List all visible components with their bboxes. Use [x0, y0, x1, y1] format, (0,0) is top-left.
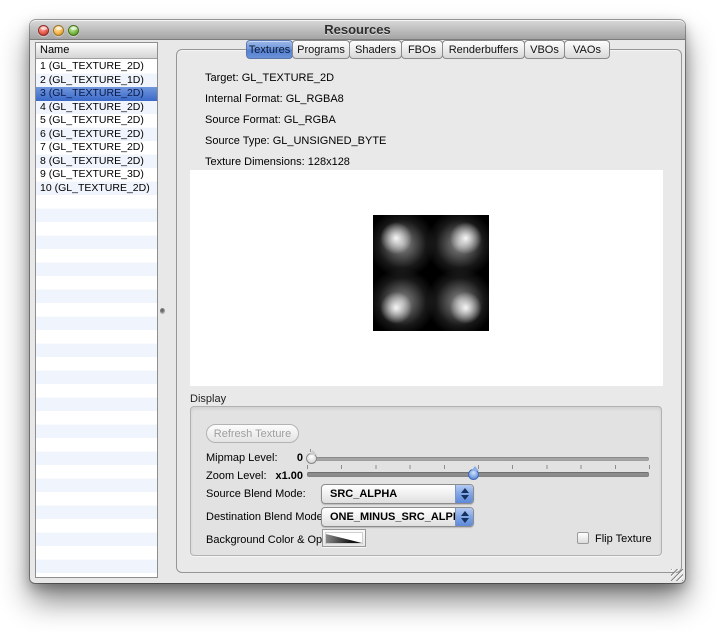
splitter-handle[interactable] [160, 308, 165, 314]
zoom-tick-marks [307, 465, 650, 469]
list-item-texture-7[interactable]: 7 (GL_TEXTURE_2D) [36, 141, 157, 155]
destination-blend-selected-value: ONE_MINUS_SRC_ALPHA [330, 508, 469, 526]
info-target-label: Target: [205, 72, 239, 84]
list-item-texture-2[interactable]: 2 (GL_TEXTURE_1D) [36, 74, 157, 88]
source-blend-selected-value: SRC_ALPHA [330, 485, 397, 503]
info-source-type-value: GL_UNSIGNED_BYTE [273, 135, 387, 147]
mipmap-slider-track[interactable] [307, 457, 649, 461]
flip-texture-checkbox[interactable] [577, 532, 589, 544]
tab-renderbuffers[interactable]: Renderbuffers [442, 40, 525, 59]
info-source-type: Source Type: GL_UNSIGNED_BYTE [205, 135, 386, 147]
info-internal-format: Internal Format: GL_RGBA8 [205, 93, 344, 105]
tab-textures[interactable]: Textures [246, 40, 293, 59]
up-down-arrows-icon [455, 485, 473, 503]
info-texture-dimensions-label: Texture Dimensions: [205, 156, 305, 168]
resources-window: Resources Name 1 (GL_TEXTURE_2D) 2 (GL_T… [30, 20, 685, 583]
name-column-header[interactable]: Name [36, 43, 157, 59]
list-item-texture-1[interactable]: 1 (GL_TEXTURE_2D) [36, 60, 157, 74]
destination-blend-label: Destination Blend Mode: [206, 511, 326, 523]
list-item-texture-10[interactable]: 10 (GL_TEXTURE_2D) [36, 182, 157, 196]
zoom-slider[interactable] [307, 465, 650, 483]
info-source-type-label: Source Type: [205, 135, 270, 147]
background-color-well[interactable] [322, 529, 366, 547]
tab-programs[interactable]: Programs [292, 40, 350, 59]
zoom-slider-thumb[interactable] [468, 469, 479, 480]
info-source-format-value: GL_RGBA [284, 114, 336, 126]
info-source-format: Source Format: GL_RGBA [205, 114, 336, 126]
info-target-value: GL_TEXTURE_2D [242, 72, 334, 84]
desktop-background: Resources Name 1 (GL_TEXTURE_2D) 2 (GL_T… [0, 0, 719, 632]
texture-list: Name 1 (GL_TEXTURE_2D) 2 (GL_TEXTURE_1D)… [35, 42, 158, 578]
list-item-texture-3[interactable]: 3 (GL_TEXTURE_2D) [36, 87, 157, 101]
texture-image [373, 215, 489, 331]
list-item-texture-8[interactable]: 8 (GL_TEXTURE_2D) [36, 155, 157, 169]
display-section-label: Display [190, 393, 226, 405]
tab-vaos[interactable]: VAOs [564, 40, 610, 59]
source-blend-label: Source Blend Mode: [206, 488, 306, 500]
info-texture-dimensions-value: 128x128 [308, 156, 350, 168]
list-item-texture-5[interactable]: 5 (GL_TEXTURE_2D) [36, 114, 157, 128]
display-group: Refresh Texture Mipmap Level: 0 Zoom Lev… [190, 406, 662, 556]
window-title: Resources [30, 20, 685, 40]
window-titlebar[interactable]: Resources [30, 20, 685, 40]
list-item-texture-6[interactable]: 6 (GL_TEXTURE_2D) [36, 128, 157, 142]
tab-vbos[interactable]: VBOs [524, 40, 565, 59]
destination-blend-dropdown[interactable]: ONE_MINUS_SRC_ALPHA [321, 507, 474, 527]
info-texture-dimensions: Texture Dimensions: 128x128 [205, 156, 350, 168]
mipmap-slider-thumb[interactable] [306, 453, 317, 464]
resize-grip-icon[interactable] [671, 569, 683, 581]
list-item-texture-4[interactable]: 4 (GL_TEXTURE_2D) [36, 101, 157, 115]
tab-bar: Textures Programs Shaders FBOs Renderbuf… [247, 40, 610, 59]
info-source-format-label: Source Format: [205, 114, 281, 126]
info-internal-format-value: GL_RGBA8 [286, 93, 344, 105]
texture-list-rows: 1 (GL_TEXTURE_2D) 2 (GL_TEXTURE_1D) 3 (G… [36, 60, 157, 577]
up-down-arrows-icon [455, 508, 473, 526]
refresh-texture-button[interactable]: Refresh Texture [206, 424, 299, 443]
flip-texture-label: Flip Texture [595, 533, 652, 545]
color-opacity-wedge-icon [326, 533, 362, 543]
texture-preview-area [190, 170, 663, 386]
tab-shaders[interactable]: Shaders [349, 40, 402, 59]
color-well-frame [325, 532, 363, 544]
tab-fbos[interactable]: FBOs [401, 40, 443, 59]
source-blend-dropdown[interactable]: SRC_ALPHA [321, 484, 474, 504]
info-target: Target: GL_TEXTURE_2D [205, 72, 334, 84]
info-internal-format-label: Internal Format: [205, 93, 283, 105]
mipmap-level-value: 0 [249, 452, 303, 464]
zoom-level-value: x1.00 [249, 470, 303, 482]
list-item-texture-9[interactable]: 9 (GL_TEXTURE_3D) [36, 168, 157, 182]
